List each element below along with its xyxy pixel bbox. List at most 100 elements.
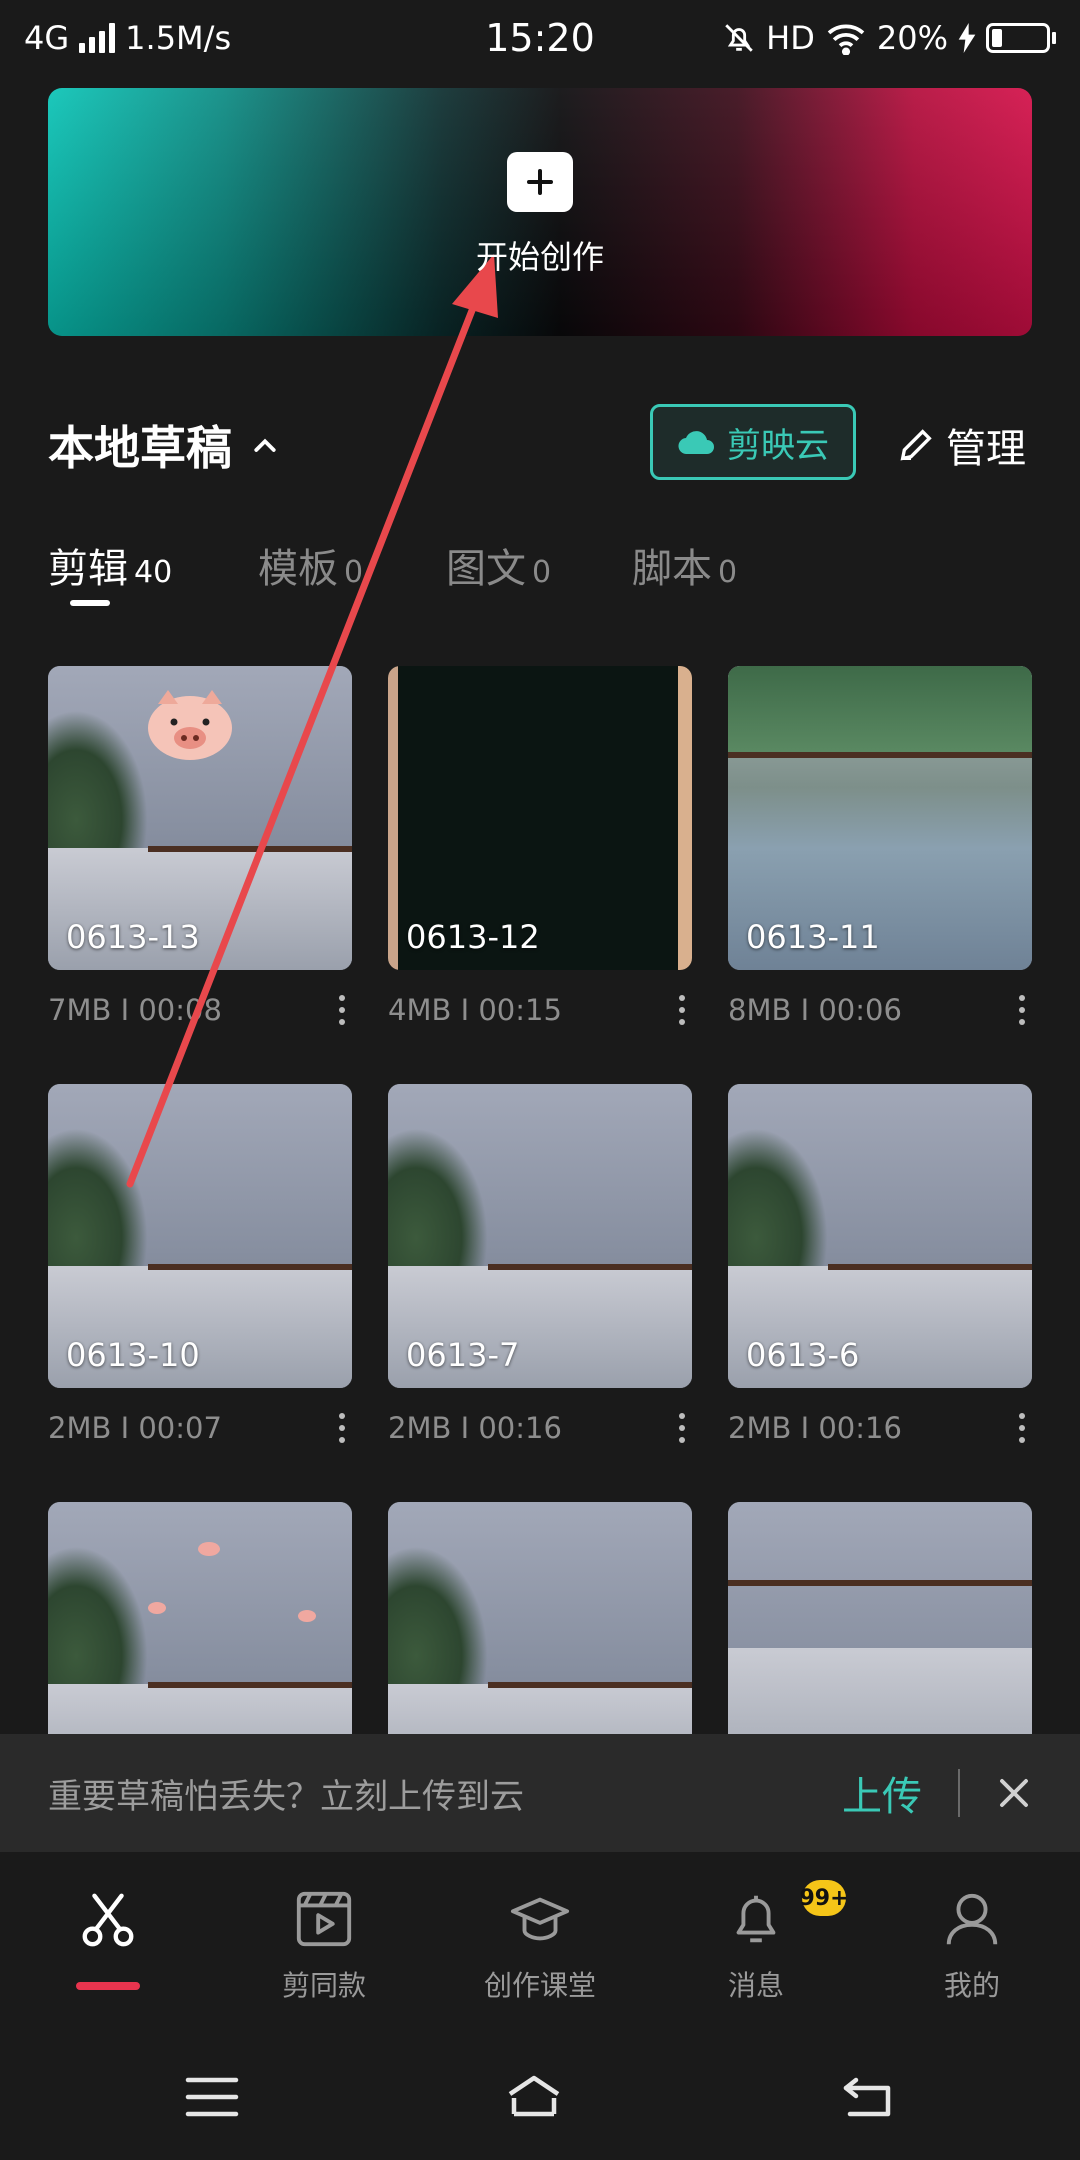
- status-right: HD 20%: [722, 19, 1056, 57]
- nav-label: 消息: [727, 1969, 784, 2002]
- tab-count: 0: [344, 555, 364, 590]
- draft-thumbnail[interactable]: 0613-13: [48, 666, 352, 970]
- draft-name: 0613-13: [66, 918, 200, 956]
- charging-icon: [958, 23, 976, 53]
- more-icon[interactable]: [332, 992, 352, 1028]
- video-template-icon: [296, 1891, 352, 1947]
- draft-card[interactable]: 0613-10 2MB Ⅰ 00:07: [48, 1084, 352, 1448]
- draft-card[interactable]: 0613-13 7MB Ⅰ 00:08: [48, 666, 352, 1030]
- draft-meta: 4MB Ⅰ 00:15: [388, 990, 692, 1030]
- more-icon[interactable]: [1012, 992, 1032, 1028]
- cloud-button[interactable]: 剪映云: [650, 404, 856, 480]
- mute-bell-icon: [725, 24, 753, 52]
- drafts-title-text: 本地草稿: [48, 421, 232, 475]
- notification-badge: 99+: [799, 1880, 849, 1916]
- nav-course[interactable]: 创作课堂: [440, 1888, 640, 2004]
- draft-size-duration: 7MB Ⅰ 00:08: [48, 993, 222, 1027]
- upload-button[interactable]: 上传: [842, 1764, 922, 1822]
- tab-count: 0: [532, 555, 552, 590]
- graduation-cap-icon: [510, 1897, 570, 1941]
- draft-name: 0613-10: [66, 1336, 200, 1374]
- nav-edit[interactable]: [8, 1888, 208, 1964]
- bell-icon: [736, 1895, 776, 1943]
- draft-card[interactable]: 0613-6 2MB Ⅰ 00:16: [728, 1084, 1032, 1448]
- close-icon[interactable]: [996, 1775, 1032, 1811]
- draft-name: 0613-6: [746, 1336, 860, 1374]
- draft-thumbnail[interactable]: 0613-6: [728, 1084, 1032, 1388]
- menu-icon[interactable]: [184, 2074, 240, 2120]
- draft-size-duration: 2MB Ⅰ 00:07: [48, 1411, 222, 1445]
- tab-count: 0: [718, 555, 738, 590]
- nav-label: 我的: [943, 1969, 1000, 2002]
- tab-template[interactable]: 模板 0: [258, 536, 363, 594]
- hd-indicator: HD: [766, 19, 815, 57]
- tab-image-text[interactable]: 图文 0: [446, 536, 551, 594]
- battery-icon: [986, 23, 1056, 53]
- cloud-button-label: 剪映云: [727, 425, 829, 466]
- draft-meta: 8MB Ⅰ 00:06: [728, 990, 1032, 1030]
- more-icon[interactable]: [332, 1410, 352, 1446]
- back-icon[interactable]: [840, 2074, 896, 2120]
- battery-percent: 20%: [876, 19, 948, 57]
- home-icon[interactable]: [506, 2074, 562, 2120]
- upload-banner: 重要草稿怕丢失？立刻上传到云 上传: [0, 1734, 1080, 1852]
- bottom-nav: 剪同款 创作课堂 消息 99+ 我的: [0, 1852, 1080, 2022]
- draft-meta: 2MB Ⅰ 00:16: [728, 1408, 1032, 1448]
- nav-template[interactable]: 剪同款: [224, 1888, 424, 2004]
- user-icon: [946, 1893, 998, 1945]
- draft-size-duration: 2MB Ⅰ 00:16: [728, 1411, 902, 1445]
- draft-card[interactable]: 0613-11 8MB Ⅰ 00:06: [728, 666, 1032, 1030]
- draft-name: 0613-11: [746, 918, 880, 956]
- signal-icon: [79, 23, 116, 53]
- more-icon[interactable]: [672, 1410, 692, 1446]
- draft-card[interactable]: 0613-7 2MB Ⅰ 00:16: [388, 1084, 692, 1448]
- draft-thumbnail[interactable]: 0613-10: [48, 1084, 352, 1388]
- more-icon[interactable]: [672, 992, 692, 1028]
- network-type: 4G: [24, 19, 70, 57]
- nav-label: 剪同款: [281, 1969, 366, 2002]
- draft-size-duration: 4MB Ⅰ 00:15: [388, 993, 562, 1027]
- cloud-icon: [678, 431, 714, 455]
- network-speed: 1.5M/s: [125, 19, 232, 57]
- draft-meta: 2MB Ⅰ 00:16: [388, 1408, 692, 1448]
- pencil-icon: [900, 429, 932, 461]
- draft-meta: 7MB Ⅰ 00:08: [48, 990, 352, 1030]
- tab-active-indicator: [70, 600, 110, 606]
- nav-profile[interactable]: 我的: [872, 1888, 1072, 2004]
- tab-label: 图文: [446, 546, 526, 592]
- pig-sticker-icon: [148, 690, 232, 760]
- scissors-icon: [82, 1893, 134, 1947]
- draft-size-duration: 2MB Ⅰ 00:16: [388, 1411, 562, 1445]
- wifi-icon: [827, 24, 865, 55]
- draft-thumbnail[interactable]: 0613-11: [728, 666, 1032, 970]
- manage-button[interactable]: 管理: [896, 416, 1026, 474]
- start-creation-label[interactable]: 开始创作: [0, 232, 1080, 278]
- upload-message: 重要草稿怕丢失？立刻上传到云: [48, 1776, 524, 1817]
- draft-thumbnail[interactable]: 0613-12: [388, 666, 692, 970]
- start-creation-card[interactable]: [48, 88, 1032, 336]
- tab-script[interactable]: 脚本 0: [632, 536, 737, 594]
- tab-label: 模板: [258, 546, 338, 592]
- nav-active-indicator: [76, 1982, 140, 1990]
- tab-count: 40: [134, 555, 173, 590]
- tab-edit[interactable]: 剪辑 40: [48, 536, 172, 594]
- plus-icon[interactable]: [507, 152, 573, 212]
- status-bar: 4G 1.5M/s 15:20 HD 20%: [0, 0, 1080, 76]
- chevron-up-icon[interactable]: [250, 430, 280, 460]
- draft-name: 0613-7: [406, 1336, 520, 1374]
- status-left: 4G 1.5M/s: [24, 19, 231, 57]
- draft-name: 0613-12: [406, 918, 540, 956]
- drafts-title[interactable]: 本地草稿: [48, 412, 280, 478]
- divider: [958, 1769, 960, 1817]
- draft-thumbnail[interactable]: 0613-7: [388, 1084, 692, 1388]
- nav-label: 创作课堂: [483, 1969, 596, 2002]
- draft-meta: 2MB Ⅰ 00:07: [48, 1408, 352, 1448]
- system-nav: [0, 2022, 1080, 2160]
- draft-tabs: 剪辑 40 模板 0 图文 0 脚本 0: [48, 536, 1032, 616]
- draft-card[interactable]: 0613-12 4MB Ⅰ 00:15: [388, 666, 692, 1030]
- tab-label: 剪辑: [48, 546, 128, 592]
- more-icon[interactable]: [1012, 1410, 1032, 1446]
- draft-size-duration: 8MB Ⅰ 00:06: [728, 993, 902, 1027]
- manage-label: 管理: [946, 426, 1026, 472]
- tab-label: 脚本: [632, 546, 712, 592]
